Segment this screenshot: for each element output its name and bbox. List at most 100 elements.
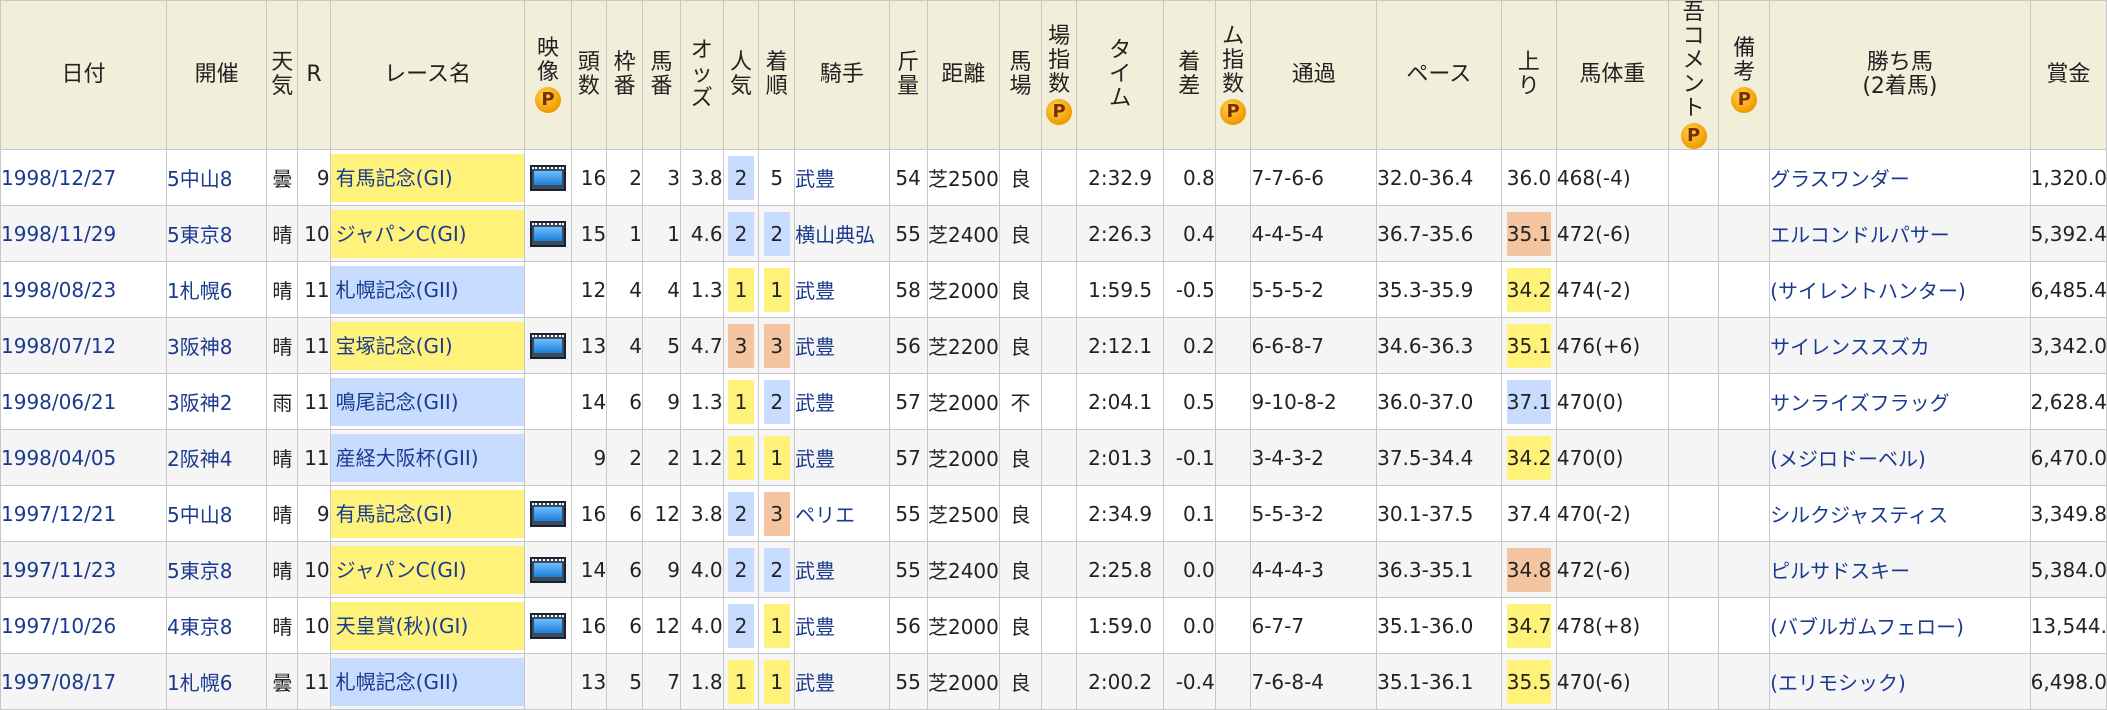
date-cell-link[interactable]: 1997/10/26 [1,614,116,638]
winner-cell-link[interactable]: (メジロドーベル) [1771,447,1926,471]
jockey-cell-link[interactable]: 横山典弘 [796,223,876,247]
jockey-cell[interactable]: ペリエ [794,485,890,542]
race-name-link[interactable]: 札幌記念(GII) [331,265,524,314]
date-cell-link[interactable]: 1997/08/17 [1,670,116,694]
column-header-body[interactable]: 馬体重 [1555,0,1669,150]
premium-icon[interactable]: P [1046,99,1073,125]
date-cell[interactable]: 1998/11/29 [0,205,167,262]
column-header-jockey[interactable]: 騎手 [794,0,890,150]
race-name-link[interactable]: 札幌記念(GII) [331,657,524,706]
premium-icon[interactable]: P [1731,87,1758,113]
column-header-date[interactable]: 日付 [0,0,167,150]
premium-icon[interactable]: P [1680,123,1707,149]
winner-cell-link[interactable]: グラスワンダー [1771,167,1910,191]
column-header-margin[interactable]: 着差 [1162,0,1216,150]
date-cell[interactable]: 1997/11/23 [0,541,167,598]
venue-cell-link[interactable]: 5東京8 [167,559,232,583]
jockey-cell-link[interactable]: 武豊 [796,167,836,191]
winner-cell-link[interactable]: サイレンススズカ [1771,335,1930,359]
venue-cell[interactable]: 3阪神2 [165,373,268,430]
race-name-link[interactable]: ジャパンC(GI) [331,545,524,594]
jockey-cell-link[interactable]: 武豊 [796,391,836,415]
jockey-cell-link[interactable]: 武豊 [796,559,836,583]
winner-cell-link[interactable]: (エリモシック) [1771,671,1906,695]
jockey-cell[interactable]: 横山典弘 [794,205,890,262]
date-cell[interactable]: 1998/04/05 [0,429,167,486]
column-header-pace[interactable]: ペース [1376,0,1502,150]
winner-cell-link[interactable]: (サイレントハンター) [1771,279,1966,303]
video-icon[interactable] [529,220,566,247]
date-cell[interactable]: 1998/08/23 [0,261,167,318]
date-cell[interactable]: 1998/07/12 [0,317,167,374]
jockey-cell-link[interactable]: 武豊 [796,335,836,359]
date-cell[interactable]: 1998/12/27 [0,149,167,206]
venue-cell-link[interactable]: 3阪神8 [167,335,232,359]
video-icon[interactable] [529,332,566,359]
venue-cell[interactable]: 1札幌6 [165,261,268,318]
jockey-cell[interactable]: 武豊 [794,653,890,710]
column-header-odds[interactable]: オッズ [680,0,724,150]
column-header-weight[interactable]: 斤量 [888,0,928,150]
jockey-cell[interactable]: 武豊 [794,149,890,206]
column-header-horseno[interactable]: 馬番 [641,0,682,150]
winner-cell[interactable]: サンライズフラッグ [1769,373,2031,430]
jockey-cell[interactable]: 武豊 [794,373,890,430]
date-cell-link[interactable]: 1997/12/21 [1,502,116,526]
video-icon[interactable] [529,500,566,527]
column-header-distance[interactable]: 距離 [926,0,1001,150]
date-cell-link[interactable]: 1998/06/21 [1,390,116,414]
venue-cell-link[interactable]: 4東京8 [167,615,232,639]
premium-icon[interactable]: P [1220,99,1247,125]
winner-cell[interactable]: サイレンススズカ [1769,317,2031,374]
winner-cell[interactable]: (メジロドーベル) [1769,429,2031,486]
jockey-cell[interactable]: 武豊 [794,429,890,486]
winner-cell[interactable]: (エリモシック) [1769,653,2031,710]
venue-cell-link[interactable]: 5中山8 [167,503,232,527]
column-header-winner[interactable]: 勝ち馬 (2着馬) [1769,0,2031,150]
column-header-note[interactable]: 備考 P [1718,0,1771,150]
column-header-time_index[interactable]: ム指数 P [1214,0,1252,150]
jockey-cell[interactable]: 武豊 [794,261,890,318]
race-name-link[interactable]: 天皇賞(秋)(GI) [331,601,524,650]
race-name-link[interactable]: 鳴尾記念(GII) [331,377,524,426]
column-header-prize[interactable]: 賞金 [2029,0,2107,150]
venue-cell-link[interactable]: 2阪神4 [167,447,232,471]
venue-cell[interactable]: 5中山8 [165,149,268,206]
date-cell[interactable]: 1997/10/26 [0,597,167,654]
video-icon[interactable] [529,612,566,639]
winner-cell-link[interactable]: シルクジャスティス [1771,503,1948,527]
date-cell[interactable]: 1998/06/21 [0,373,167,430]
jockey-cell-link[interactable]: ペリエ [796,503,856,527]
venue-cell[interactable]: 5中山8 [165,485,268,542]
venue-cell[interactable]: 4東京8 [165,597,268,654]
column-header-last3f[interactable]: 上り [1500,0,1557,150]
column-header-comment[interactable]: 吾コメント P [1667,0,1720,150]
date-cell-link[interactable]: 1998/12/27 [1,166,116,190]
column-header-finish[interactable]: 着順 [758,0,796,150]
jockey-cell[interactable]: 武豊 [794,317,890,374]
video-icon[interactable] [529,556,566,583]
jockey-cell[interactable]: 武豊 [794,597,890,654]
date-cell-link[interactable]: 1997/11/23 [1,558,116,582]
column-header-heads[interactable]: 頭数 [570,0,608,150]
column-header-r[interactable]: R [297,0,331,150]
venue-cell-link[interactable]: 5中山8 [167,167,232,191]
venue-cell[interactable]: 5東京8 [165,205,268,262]
venue-cell[interactable]: 1札幌6 [165,653,268,710]
venue-cell-link[interactable]: 1札幌6 [167,671,232,695]
premium-icon[interactable]: P [534,87,561,113]
video-icon[interactable] [529,164,566,191]
column-header-time[interactable]: タイム [1076,0,1164,150]
column-header-venue[interactable]: 開催 [165,0,268,150]
date-cell-link[interactable]: 1998/11/29 [1,222,116,246]
column-header-track_index[interactable]: 場指数 P [1040,0,1078,150]
date-cell-link[interactable]: 1998/07/12 [1,334,116,358]
race-name-link[interactable]: ジャパンC(GI) [331,209,524,258]
jockey-cell-link[interactable]: 武豊 [796,447,836,471]
jockey-cell[interactable]: 武豊 [794,541,890,598]
column-header-weather[interactable]: 天気 [266,0,299,150]
venue-cell[interactable]: 2阪神4 [165,429,268,486]
venue-cell[interactable]: 5東京8 [165,541,268,598]
column-header-video[interactable]: 映像 P [524,0,572,150]
date-cell[interactable]: 1997/12/21 [0,485,167,542]
